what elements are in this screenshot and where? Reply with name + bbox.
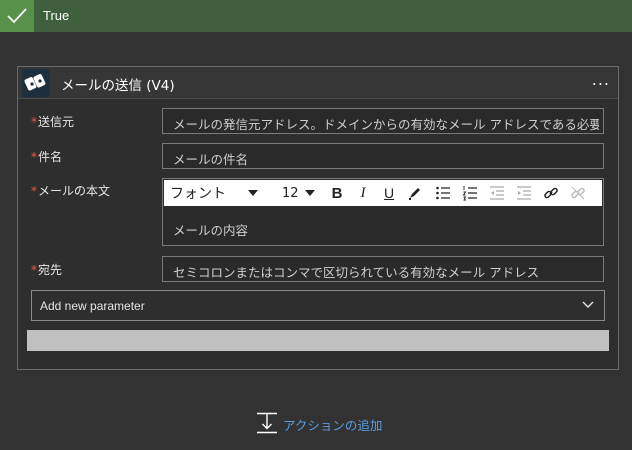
underline-button[interactable]: U [378, 180, 400, 206]
subject-field[interactable]: メールの件名 [162, 143, 604, 169]
bullet-list-button[interactable] [432, 180, 454, 206]
add-action-label: アクションの追加 [283, 418, 383, 433]
check-icon [0, 0, 34, 32]
add-parameter-label: Add new parameter [40, 299, 145, 313]
add-action-icon [257, 412, 277, 434]
font-size-select[interactable]: 12 [282, 180, 322, 206]
italic-button[interactable]: I [352, 180, 374, 206]
font-family-select[interactable]: フォント [170, 180, 270, 206]
body-label: *メールの本文 [31, 184, 111, 198]
indent-icon [517, 186, 531, 200]
to-label: *宛先 [31, 263, 63, 277]
to-field[interactable]: セミコロンまたはコンマで区切られている有効なメール アドレス [162, 256, 604, 282]
outdent-icon [490, 186, 504, 200]
numbered-list-button[interactable] [459, 180, 481, 206]
font-select-label: フォント [170, 186, 226, 202]
font-color-button[interactable] [404, 180, 426, 206]
increase-indent-button[interactable] [513, 180, 535, 206]
from-label: *送信元 [31, 115, 75, 129]
pen-icon [409, 188, 420, 200]
smtp-connector-icon [22, 69, 50, 97]
decrease-indent-button[interactable] [486, 180, 508, 206]
rich-text-toolbar: フォント 12 B I U [164, 180, 602, 206]
subject-placeholder: メールの件名 [173, 152, 249, 167]
size-dropdown-icon [304, 190, 315, 196]
link-icon [544, 187, 558, 199]
subject-label: *件名 [31, 150, 63, 164]
more-options-icon[interactable]: ... [592, 70, 610, 89]
from-placeholder: メールの発信元アドレス。ドメインからの有効なメール アドレスである必要 [173, 117, 599, 132]
action-card-header[interactable]: メールの送信 (V4) ... [18, 67, 618, 99]
advanced-options-bar[interactable] [27, 330, 609, 351]
bold-button[interactable]: B [326, 180, 348, 206]
unlink-icon [571, 186, 585, 200]
branch-title: True [43, 8, 70, 23]
add-parameter-dropdown[interactable]: Add new parameter [31, 290, 605, 321]
remove-link-button[interactable] [567, 180, 589, 206]
font-size-label: 12 [282, 185, 299, 201]
action-title: メールの送信 (V4) [61, 78, 175, 94]
body-editor[interactable]: フォント 12 B I U メールの内容 [162, 178, 604, 246]
to-placeholder: セミコロンまたはコンマで区切られている有効なメール アドレス [173, 265, 540, 280]
body-placeholder: メールの内容 [173, 223, 249, 238]
chevron-down-icon [582, 301, 594, 308]
condition-branch-header[interactable]: True [0, 0, 632, 32]
numbered-list-icon [462, 186, 477, 201]
font-dropdown-icon [248, 190, 258, 196]
insert-link-button[interactable] [540, 180, 562, 206]
bullet-list-icon [436, 186, 450, 200]
from-field[interactable]: メールの発信元アドレス。ドメインからの有効なメール アドレスである必要 [162, 108, 604, 134]
